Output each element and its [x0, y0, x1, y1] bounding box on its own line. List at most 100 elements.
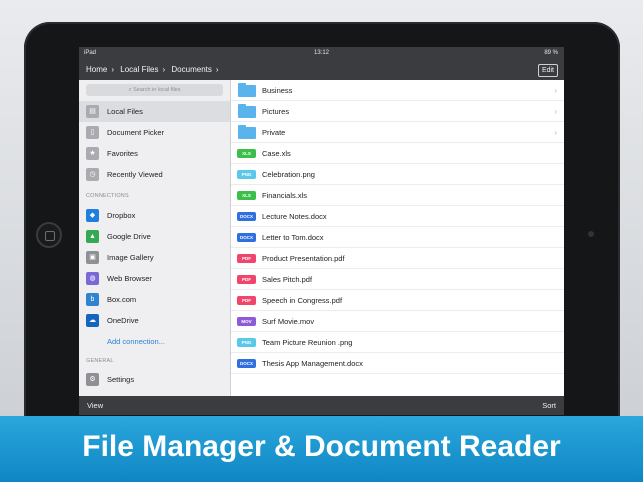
- cloud-icon: ☁: [86, 314, 99, 327]
- chevron-right-icon: ›: [111, 65, 115, 74]
- sidebar-item-label: Favorites: [107, 149, 138, 158]
- section-header-connections: CONNECTIONS: [86, 193, 129, 199]
- file-name: Thesis App Management.docx: [262, 359, 363, 368]
- file-type-badge: XLS: [237, 149, 256, 158]
- folder-icon: [238, 125, 256, 139]
- file-list: › Business › Pictures › Private XLS Case.xls PNG…: [231, 80, 564, 396]
- file-row[interactable]: PDF Speech in Congress.pdf: [231, 290, 564, 311]
- star-icon: ★: [86, 147, 99, 160]
- folder-row[interactable]: › Private: [231, 122, 564, 143]
- sidebar-item[interactable]: ★ Favorites: [79, 143, 230, 164]
- file-name: Sales Pitch.pdf: [262, 275, 313, 284]
- file-type-badge: DOCX: [237, 212, 256, 221]
- sidebar-item-label: Dropbox: [107, 211, 136, 220]
- promo-banner: File Manager & Document Reader: [0, 416, 643, 482]
- file-name: Business: [262, 86, 293, 95]
- folder-row[interactable]: › Pictures: [231, 101, 564, 122]
- battery-label: 89 %: [544, 50, 558, 56]
- sidebar-item-label: Recently Viewed: [107, 170, 163, 179]
- file-name: Private: [262, 128, 286, 137]
- navigation-bar: Home › Local Files › Documents › Edit: [79, 60, 564, 80]
- folder-row[interactable]: › Business: [231, 80, 564, 101]
- sidebar-item[interactable]: ▯ Document Picker: [79, 122, 230, 143]
- file-type-badge: PNG: [237, 338, 256, 347]
- sidebar-item[interactable]: ▤ Local Files: [79, 101, 230, 122]
- search-input[interactable]: ⌕ Search in local files: [86, 84, 223, 96]
- file-row[interactable]: DOCX Letter to Tom.docx: [231, 227, 564, 248]
- google-drive-icon: ▲: [86, 230, 99, 243]
- chevron-right-icon: ›: [554, 128, 557, 137]
- file-type-badge: PDF: [237, 254, 256, 263]
- gear-icon: ⚙: [86, 373, 99, 386]
- file-type-badge: DOCX: [237, 359, 256, 368]
- sidebar-item-label: Local Files: [107, 107, 143, 116]
- clock-icon: ◷: [86, 168, 99, 181]
- file-row[interactable]: PDF Product Presentation.pdf: [231, 248, 564, 269]
- file-type-badge: PDF: [237, 296, 256, 305]
- sidebar-item[interactable]: ⚙ Settings: [79, 369, 230, 390]
- file-name: Pictures: [262, 107, 290, 116]
- file-type-badge: PNG: [237, 170, 256, 179]
- box-icon: b: [86, 293, 99, 306]
- file-name: Letter to Tom.docx: [262, 233, 324, 242]
- sidebar: ⌕ Search in local files ▤ Local Files ▯ Doc…: [79, 80, 231, 396]
- sidebar-item-label: Settings: [107, 375, 135, 384]
- edit-button[interactable]: Edit: [537, 64, 558, 77]
- file-row[interactable]: DOCX Thesis App Management.docx: [231, 353, 564, 374]
- section-header-general: GENERAL: [86, 358, 114, 364]
- folder-icon: [238, 83, 256, 97]
- sidebar-item[interactable]: ▲ Google Drive: [79, 226, 230, 247]
- sidebar-item[interactable]: ☁ OneDrive: [79, 310, 230, 331]
- chevron-right-icon: ›: [554, 86, 557, 95]
- dropbox-icon: ◆: [86, 209, 99, 222]
- file-row[interactable]: MOV Surf Movie.mov: [231, 311, 564, 332]
- breadcrumb: Home › Local Files › Documents ›: [86, 60, 223, 80]
- chevron-right-icon: ›: [215, 65, 219, 74]
- file-name: Celebration.png: [262, 170, 315, 179]
- sidebar-item[interactable]: ◷ Recently Viewed: [79, 164, 230, 185]
- file-type-badge: DOCX: [237, 233, 256, 242]
- file-row[interactable]: PNG Team Picture Reunion .png: [231, 332, 564, 353]
- sidebar-item[interactable]: ◍ Web Browser: [79, 268, 230, 289]
- sidebar-item[interactable]: Add connection...: [79, 331, 230, 352]
- camera: [588, 231, 594, 237]
- chevron-right-icon: ›: [162, 65, 166, 74]
- sidebar-item-label: Google Drive: [107, 232, 151, 241]
- folder-icon: ▤: [86, 105, 99, 118]
- sidebar-item[interactable]: b Box.com: [79, 289, 230, 310]
- search-placeholder: Search in local files: [133, 87, 181, 93]
- sort-button[interactable]: Sort: [542, 396, 556, 415]
- file-type-badge: PDF: [237, 275, 256, 284]
- file-name: Financials.xls: [262, 191, 308, 200]
- sidebar-item-label: OneDrive: [107, 316, 139, 325]
- crumb-home[interactable]: Home: [86, 65, 107, 74]
- bottom-toolbar: View Sort: [79, 396, 564, 415]
- crumb-documents[interactable]: Documents: [171, 65, 211, 74]
- sidebar-item[interactable]: ◆ Dropbox: [79, 205, 230, 226]
- sidebar-item-label: Web Browser: [107, 274, 152, 283]
- sidebar-item-label: Document Picker: [107, 128, 165, 137]
- file-row[interactable]: PDF Sales Pitch.pdf: [231, 269, 564, 290]
- file-row[interactable]: XLS Case.xls: [231, 143, 564, 164]
- file-row[interactable]: XLS Financials.xls: [231, 185, 564, 206]
- banner-title: File Manager & Document Reader: [82, 430, 561, 463]
- file-name: Product Presentation.pdf: [262, 254, 345, 263]
- status-bar: iPad 13:12 89 %: [79, 47, 564, 60]
- file-name: Lecture Notes.docx: [262, 212, 327, 221]
- file-type-badge: MOV: [237, 317, 256, 326]
- crumb-local-files[interactable]: Local Files: [120, 65, 158, 74]
- file-row[interactable]: DOCX Lecture Notes.docx: [231, 206, 564, 227]
- file-name: Surf Movie.mov: [262, 317, 315, 326]
- view-button[interactable]: View: [87, 396, 103, 415]
- file-name: Team Picture Reunion .png: [262, 338, 353, 347]
- file-type-badge: XLS: [237, 191, 256, 200]
- sidebar-item[interactable]: ▣ Image Gallery: [79, 247, 230, 268]
- image-icon: ▣: [86, 251, 99, 264]
- document-icon: ▯: [86, 126, 99, 139]
- app-screen: iPad 13:12 89 % Home › Local Files › Docum…: [79, 47, 564, 415]
- file-name: Case.xls: [262, 149, 291, 158]
- file-row[interactable]: PNG Celebration.png: [231, 164, 564, 185]
- sidebar-item-label: Add connection...: [107, 337, 165, 346]
- folder-icon: [238, 104, 256, 118]
- home-button[interactable]: [36, 222, 62, 248]
